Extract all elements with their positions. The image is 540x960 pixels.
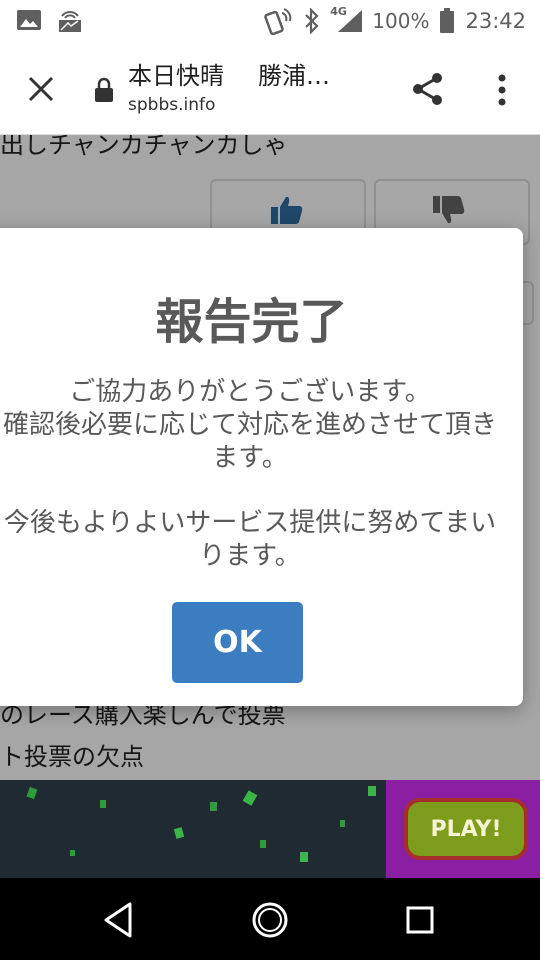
- dialog-title: 報告完了: [155, 294, 348, 350]
- back-icon[interactable]: [100, 900, 140, 940]
- page-title: 本日快晴: [128, 62, 224, 90]
- report-complete-dialog: 報告完了 ご協力ありがとうございます。 確認後必要に応じて対応を進めさせて頂き …: [0, 228, 523, 706]
- dialog-line-2: 確認後必要に応じて対応を進めさせて頂き: [2, 410, 497, 440]
- dialog-message: ご協力ありがとうございます。 確認後必要に応じて対応を進めさせて頂き ます。 今…: [0, 376, 520, 573]
- lock-icon: [95, 77, 113, 102]
- ad-play-panel[interactable]: PLAY!: [386, 780, 540, 878]
- home-icon[interactable]: [250, 900, 290, 940]
- gallery-notification-icon: [17, 10, 41, 30]
- close-icon[interactable]: [22, 70, 60, 108]
- signal-icon: 4G: [330, 5, 363, 34]
- ad-background-graphic: [26, 786, 376, 862]
- page-title-area: 本日快晴 勝浦… spbbs.info: [128, 56, 388, 115]
- page-url: spbbs.info: [128, 95, 216, 115]
- dialog-line-3: ます。: [212, 443, 288, 473]
- cast-notification-icon: [59, 11, 81, 32]
- recent-apps-icon[interactable]: [400, 900, 440, 940]
- dialog-line-4: 今後もよりよいサービス提供に努めてまい: [3, 508, 497, 538]
- share-icon[interactable]: [408, 69, 448, 109]
- clock: 23:42: [465, 9, 526, 33]
- ok-button[interactable]: OK: [172, 602, 303, 683]
- battery-percent: 100%: [372, 9, 430, 33]
- ad-banner[interactable]: PLAY!: [0, 780, 540, 878]
- ad-play-button[interactable]: PLAY!: [404, 798, 528, 860]
- bluetooth-icon: [305, 8, 319, 34]
- overflow-menu-icon[interactable]: [490, 70, 514, 110]
- battery-icon: [440, 8, 455, 33]
- nfc-vibrate-icon: [264, 8, 292, 35]
- system-nav-bar: [0, 878, 540, 960]
- dialog-line-1: ご協力ありがとうございます。: [69, 377, 431, 407]
- status-bar: 4G 100% 23:42: [0, 0, 540, 42]
- dialog-line-5: ります。: [199, 541, 301, 571]
- page-title-continued: 勝浦…: [258, 62, 330, 90]
- browser-toolbar: 本日快晴 勝浦… spbbs.info: [0, 42, 540, 135]
